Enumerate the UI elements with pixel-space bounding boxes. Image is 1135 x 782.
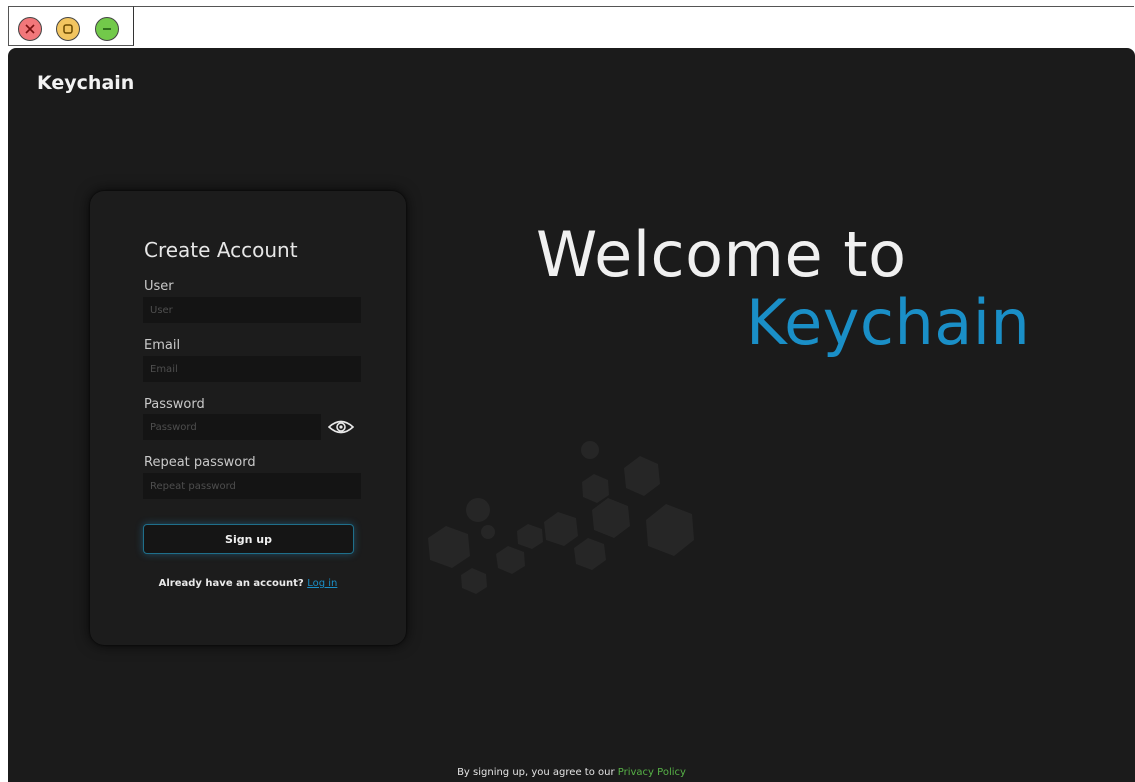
form-title: Create Account [144,238,298,262]
footer-text: By signing up, you agree to our [457,767,615,778]
repeat-password-label: Repeat password [144,455,256,470]
minimize-icon[interactable] [95,17,119,41]
eye-icon[interactable] [328,419,354,435]
close-icon[interactable] [18,17,42,41]
signup-button[interactable]: Sign up [143,524,354,554]
app-window: Keychain Create Account User Email Passw… [8,48,1135,782]
maximize-icon[interactable] [56,17,80,41]
signup-card: Create Account User Email Password Repea… [90,191,406,645]
login-prompt-text: Already have an account? [158,578,304,589]
email-label: Email [144,338,181,353]
welcome-heading: Welcome to [536,218,907,291]
repeat-password-input[interactable] [143,473,361,499]
privacy-policy-link[interactable]: Privacy Policy [618,767,686,778]
login-link[interactable]: Log in [307,578,337,589]
window-top-border [134,6,1134,7]
hexagon-decoration [428,441,694,594]
app-brand: Keychain [37,72,135,94]
email-input[interactable] [143,356,361,382]
login-prompt: Already have an account? Log in [90,578,406,589]
password-label: Password [144,397,205,412]
window-controls-bar [8,6,134,46]
user-label: User [144,279,174,294]
password-input[interactable] [143,414,321,440]
footer: By signing up, you agree to our Privacy … [8,767,1135,778]
user-input[interactable] [143,297,361,323]
welcome-brand: Keychain [746,286,1031,359]
